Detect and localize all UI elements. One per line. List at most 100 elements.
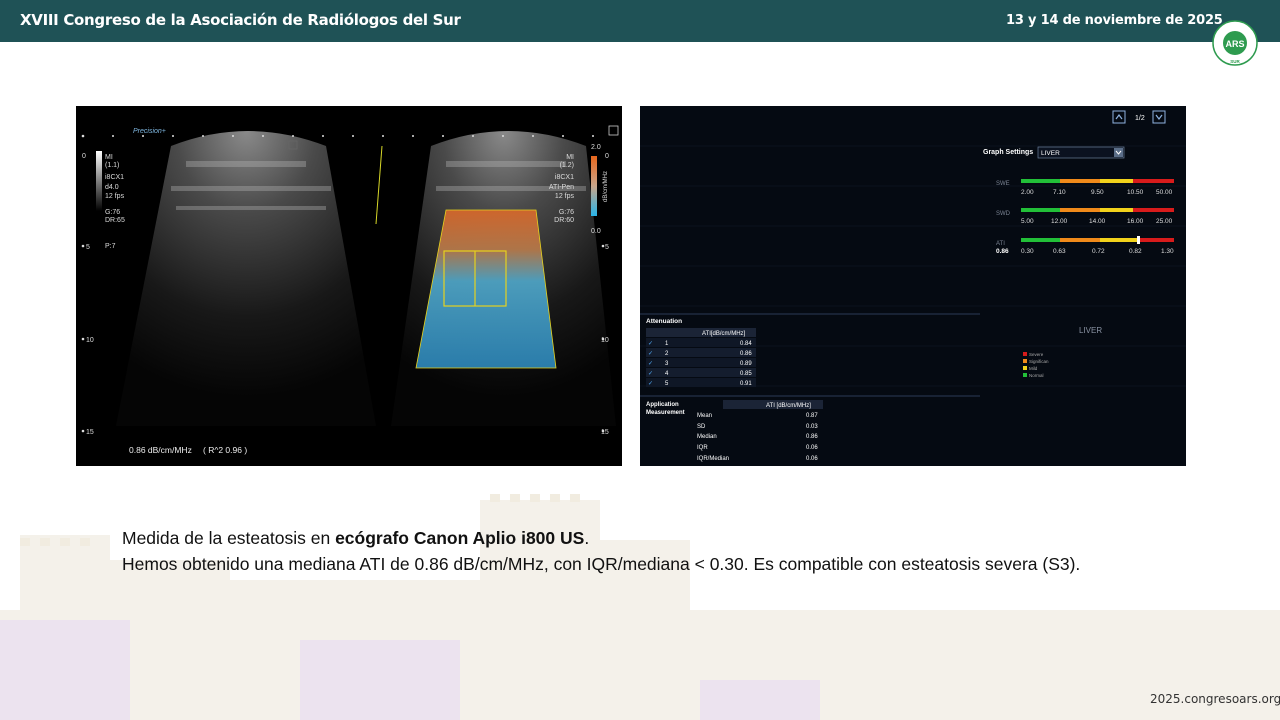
gauge-ati-value: 0.86: [996, 248, 1009, 255]
legend-title: LIVER: [1079, 326, 1102, 335]
gauge-ati-tick-1: 0.63: [1053, 248, 1066, 255]
legend-significan: Significan: [1029, 359, 1049, 364]
gauge-swe-tick-4: 50.00: [1156, 189, 1173, 196]
scale-unit: dB/cm/MHz: [603, 171, 609, 202]
check-icon: ✓: [648, 381, 653, 387]
check-icon: ✓: [648, 341, 653, 347]
gauge-swd-tick-4: 25.00: [1156, 218, 1173, 225]
gauge-name-ati: ATI: [996, 241, 1005, 247]
page-up-button[interactable]: [1112, 110, 1126, 124]
graph-settings-label: Graph Settings: [983, 149, 1033, 156]
gauge-swd-tick-2: 14.00: [1089, 218, 1106, 225]
ati-report-screen: 1/2 Graph Settings LIVER SWE 2.00 7.10 9…: [640, 106, 1186, 466]
depth-mark-15-left: 15: [86, 429, 94, 436]
param-left-5: G:76: [105, 209, 120, 216]
congress-date: 13 y 14 de noviembre de 2025: [1006, 13, 1223, 28]
gauge-swe-tick-1: 7.10: [1053, 189, 1066, 196]
r2-value: ( R^2 0.96 ): [203, 445, 247, 455]
background-castle-art: [0, 494, 1280, 720]
param-left-4: 12 fps: [105, 193, 125, 200]
legend-mild: Mild: [1029, 366, 1038, 371]
param-left-3: d4.0: [105, 184, 119, 191]
depth-mark-5-left: 5: [86, 244, 90, 251]
check-icon: ✓: [648, 351, 653, 357]
app-row-median-label: Median: [697, 434, 717, 440]
param-right-6: DR:60: [554, 217, 574, 224]
chevron-up-icon: [1115, 114, 1123, 120]
att-row-4-v: 0.85: [740, 371, 752, 377]
gauge-ati-tick-0: 0.30: [1021, 248, 1034, 255]
app-row-sd-value: 0.03: [806, 424, 818, 430]
depth-mark-10-right: 10: [601, 337, 609, 344]
gauge-swe-tick-0: 2.00: [1021, 189, 1034, 196]
app-row-iqr-value: 0.06: [806, 445, 818, 451]
attenuation-title: Attenuation: [646, 318, 682, 325]
legend-normal: Normal: [1029, 373, 1044, 378]
caption-line-1: Medida de la esteatosis en ecógrafo Cano…: [122, 528, 589, 549]
ultrasound-image-left: Precision+ MI (1.1) i8CX1 d4.0 12 fps G:…: [76, 106, 622, 466]
depth-mark-5-right: 5: [605, 244, 609, 251]
precision-brand: Precision+: [133, 128, 166, 135]
gauge-swd-tick-0: 5.00: [1021, 218, 1034, 225]
param-left-2: i8CX1: [105, 174, 124, 181]
gauge-ati-tick-4: 1.30: [1161, 248, 1174, 255]
application-column-header: ATI [dB/cm/MHz]: [766, 403, 811, 409]
attenuation-column-header: ATI[dB/cm/MHz]: [702, 331, 746, 337]
header-bar: XVIII Congreso de la Asociación de Radió…: [0, 0, 1280, 42]
app-row-iqrmedian-label: IQR/Median: [697, 456, 729, 462]
chevron-down-icon: [1155, 114, 1163, 120]
param-right-4: 12 fps: [555, 193, 575, 200]
gauge-swd-tick-3: 16.00: [1127, 218, 1144, 225]
att-row-2-v: 0.86: [740, 351, 752, 357]
att-row-3-v: 0.89: [740, 361, 752, 367]
param-right-0: MI: [566, 154, 574, 161]
legend-severe: Severe: [1029, 352, 1044, 357]
param-left-6: DR:65: [105, 217, 125, 224]
congress-title: XVIII Congreso de la Asociación de Radió…: [20, 11, 461, 29]
gauge-swe-tick-2: 9.50: [1091, 189, 1104, 196]
gauge-ati-tick-2: 0.72: [1092, 248, 1105, 255]
logo-ring-bottom: SUR: [1230, 59, 1240, 64]
depth-mark-0-right: 0: [605, 153, 609, 160]
param-left-0: MI: [105, 154, 113, 161]
att-row-5-v: 0.91: [740, 381, 752, 387]
app-row-sd-label: SD: [697, 424, 706, 430]
app-row-iqrmedian-value: 0.06: [806, 456, 818, 462]
ati-marker: [1137, 236, 1140, 244]
param-right-2: i8CX1: [555, 174, 574, 181]
param-right-3: ATI-Pen: [549, 184, 574, 191]
color-scale-top: 2.0: [591, 144, 601, 151]
check-icon: ✓: [648, 371, 653, 377]
page-indicator: 1/2: [1135, 115, 1145, 122]
gauge-name-swe: SWE: [996, 181, 1010, 187]
ars-logo: ARS SUR: [1212, 20, 1258, 66]
depth-mark-15-right: 15: [601, 429, 609, 436]
logo-text: ARS: [1225, 39, 1244, 49]
caption-prefix: Medida de la esteatosis en: [122, 528, 336, 548]
graph-settings-value: LIVER: [1041, 150, 1060, 157]
color-scale-bottom: 0.0: [591, 228, 601, 235]
check-icon: ✓: [648, 361, 653, 367]
page-down-button[interactable]: [1152, 110, 1166, 124]
depth-mark-10-left: 10: [86, 337, 94, 344]
measurement-title: Measurement: [646, 410, 685, 416]
app-row-mean-value: 0.87: [806, 413, 818, 419]
app-row-mean-label: Mean: [697, 413, 712, 419]
footer-site[interactable]: 2025.congresoars.org: [1150, 692, 1280, 706]
depth-mark-0-left: 0: [82, 153, 86, 160]
ati-measurement: 0.86 dB/cm/MHz: [129, 445, 192, 455]
gauge-name-swd: SWD: [996, 211, 1011, 217]
caption-bold: ecógrafo Canon Aplio i800 US: [335, 528, 585, 548]
caption-line-2: Hemos obtenido una mediana ATI de 0.86 d…: [122, 554, 1081, 574]
application-title: Application: [646, 402, 679, 408]
param-right-5: G:76: [559, 209, 574, 216]
param-right-1: (1.2): [560, 162, 574, 169]
att-row-1-v: 0.84: [740, 341, 752, 347]
app-row-median-value: 0.86: [806, 434, 818, 440]
app-row-iqr-label: IQR: [697, 445, 708, 451]
gauge-ati-tick-3: 0.82: [1129, 248, 1142, 255]
gauge-swe-tick-3: 10.50: [1127, 189, 1144, 196]
param-left-7: P:7: [105, 243, 116, 250]
gauge-swd-tick-1: 12.00: [1051, 218, 1068, 225]
caption-suffix: .: [584, 528, 590, 548]
